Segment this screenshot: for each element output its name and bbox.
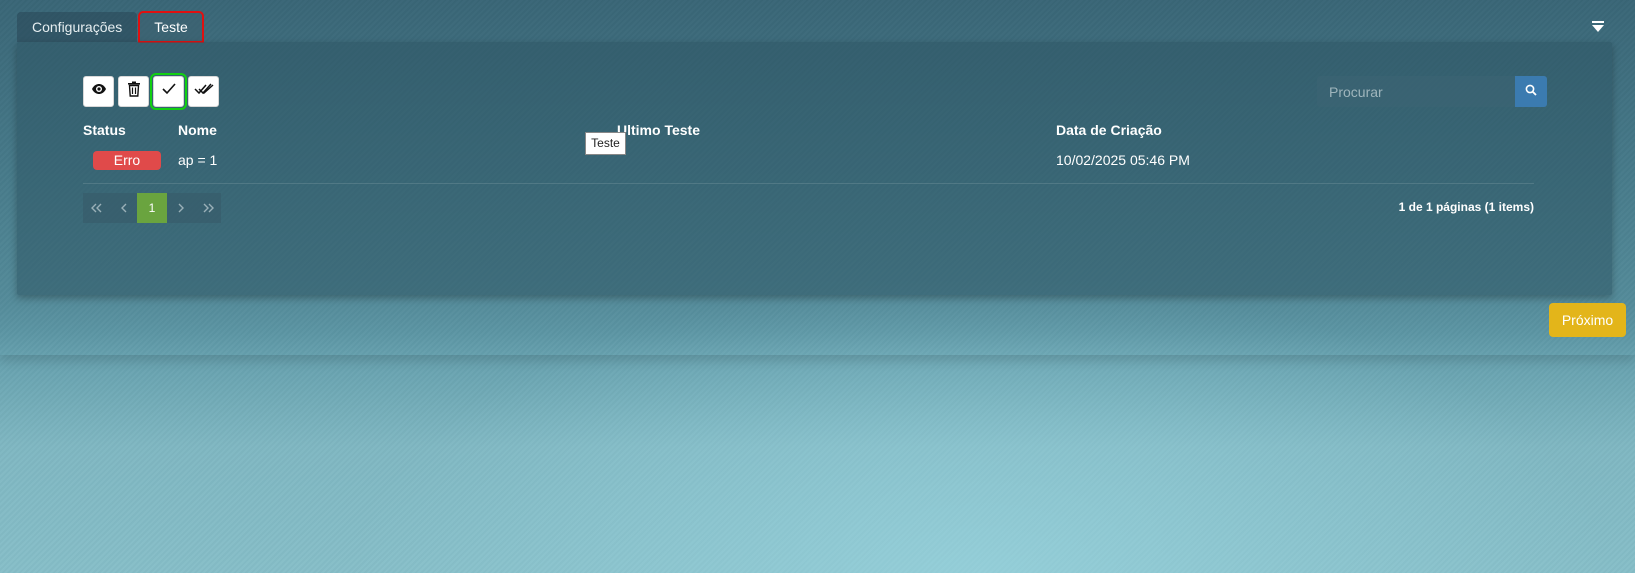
next-page-button[interactable] (167, 193, 194, 223)
approve-button[interactable] (150, 73, 187, 110)
last-page-button[interactable] (194, 193, 221, 223)
status-badge: Erro (93, 151, 161, 170)
tab-bar: Configurações Teste (17, 11, 205, 43)
header-nome[interactable]: Nome (178, 122, 217, 138)
double-chevron-right-icon (202, 200, 214, 216)
header-ultimo-teste[interactable]: Ultimo Teste (617, 122, 700, 138)
eye-icon (91, 81, 107, 102)
search-box (1317, 76, 1547, 107)
delete-button[interactable] (118, 76, 149, 107)
search-button[interactable] (1515, 76, 1547, 107)
view-button[interactable] (83, 76, 114, 107)
first-page-button[interactable] (83, 193, 110, 223)
collapse-caret-icon[interactable] (1591, 20, 1605, 34)
cell-data-criacao: 10/02/2025 05:46 PM (1056, 152, 1190, 168)
tooltip: Teste (585, 132, 626, 155)
header-status[interactable]: Status (83, 122, 126, 138)
page-1-button[interactable]: 1 (137, 193, 167, 223)
prev-page-button[interactable] (110, 193, 137, 223)
toolbar (83, 73, 219, 110)
row-divider (83, 183, 1534, 184)
approve-all-button[interactable] (188, 76, 219, 107)
search-input[interactable] (1317, 76, 1515, 107)
header-data-criacao[interactable]: Data de Criação (1056, 122, 1162, 138)
chevron-left-icon (120, 200, 128, 216)
page-info: 1 de 1 páginas (1 items) (1398, 200, 1534, 214)
tab-configuracoes[interactable]: Configurações (17, 12, 138, 42)
cell-nome: ap = 1 (178, 152, 218, 168)
double-chevron-left-icon (90, 200, 103, 216)
chevron-right-icon (177, 200, 185, 216)
trash-icon (127, 81, 141, 102)
search-icon (1525, 83, 1537, 101)
pagination: 1 (83, 193, 221, 223)
double-check-icon (193, 82, 214, 101)
test-panel: Status Nome Ultimo Teste Data de Criação… (17, 42, 1612, 295)
next-button[interactable]: Próximo (1549, 303, 1626, 337)
tab-teste[interactable]: Teste (138, 11, 204, 43)
check-icon (161, 82, 177, 101)
